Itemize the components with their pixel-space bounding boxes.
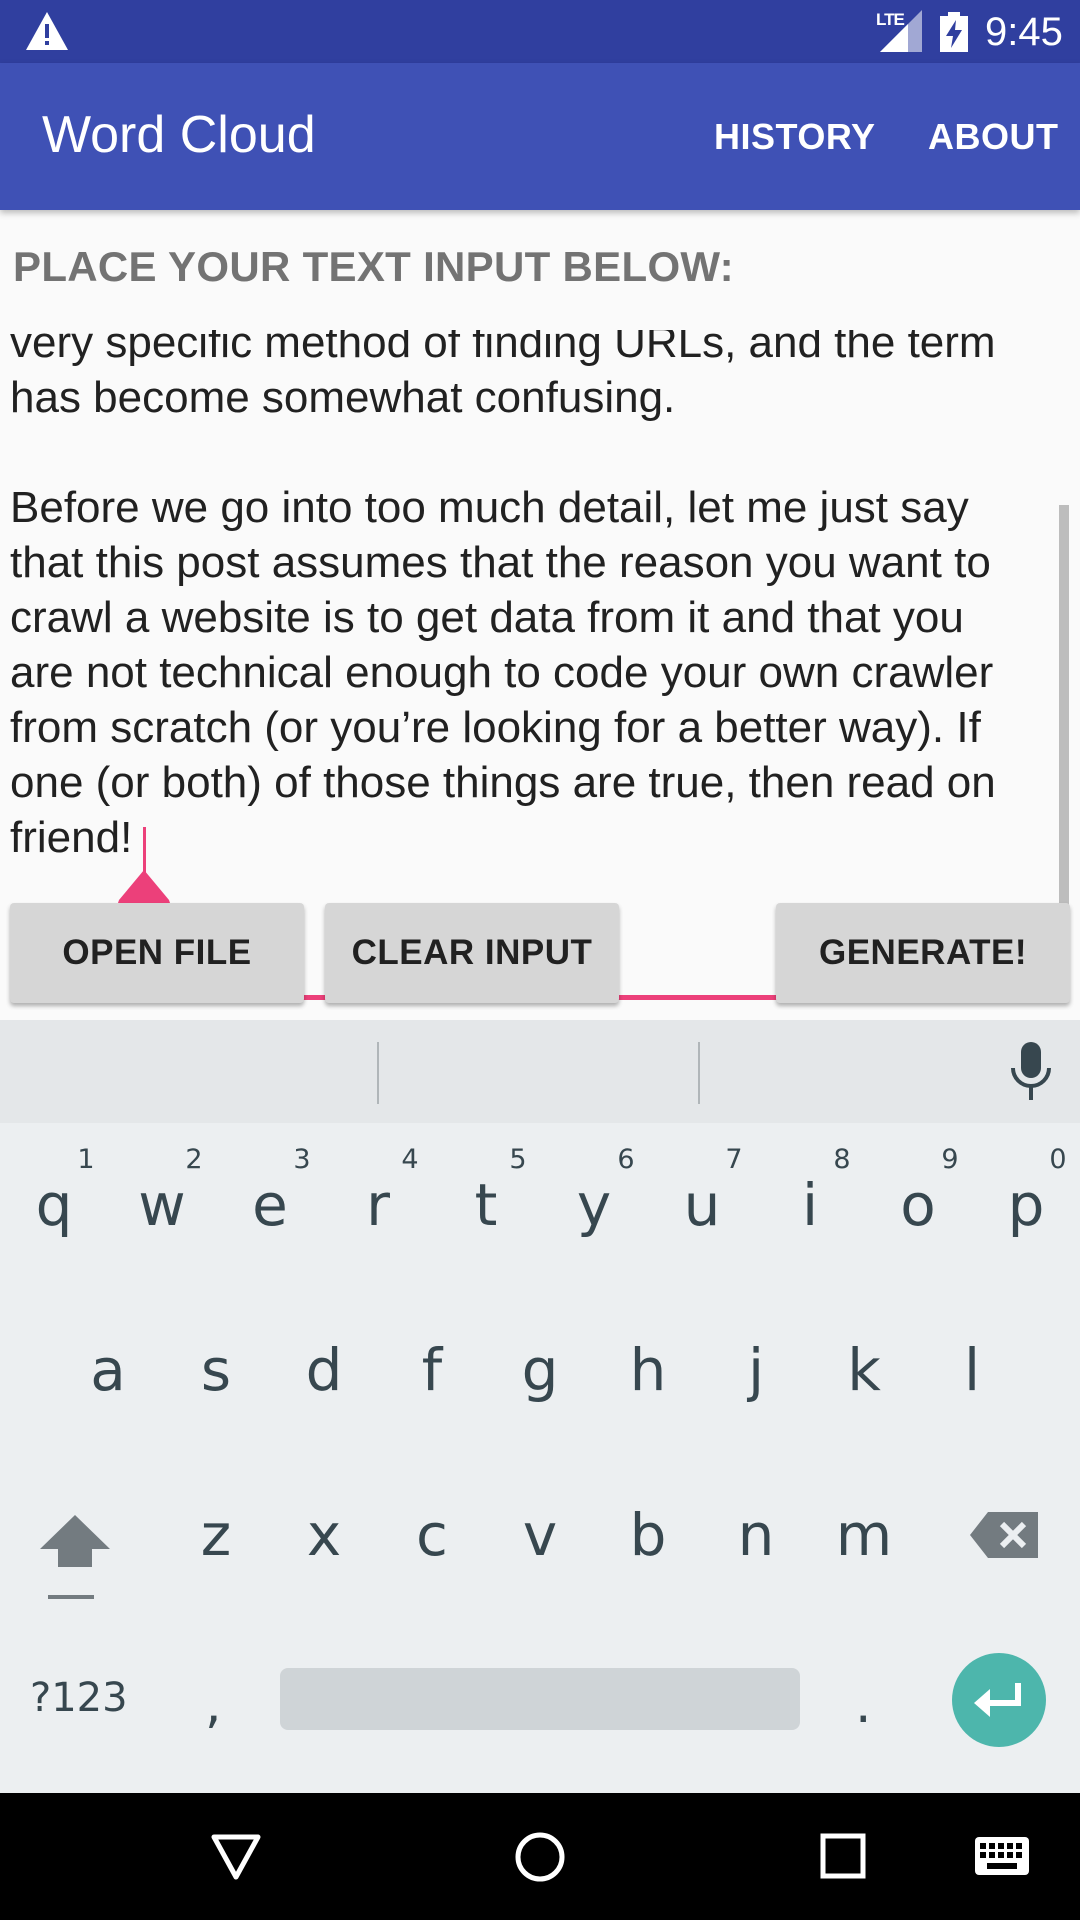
key-d[interactable]: d — [284, 1335, 364, 1405]
clock: 9:45 — [985, 10, 1063, 54]
key-r[interactable]: r — [338, 1170, 418, 1240]
status-bar: LTE 9:45 — [0, 0, 1080, 63]
history-menu-button[interactable]: HISTORY — [714, 113, 876, 161]
keyboard-switch-icon[interactable] — [975, 1837, 1029, 1875]
key-x[interactable]: x — [284, 1500, 364, 1570]
text-input-field[interactable]: very specific method of finding URLs, an… — [0, 330, 1080, 890]
key-b[interactable]: b — [608, 1500, 688, 1570]
key-hint: 8 — [833, 1144, 851, 1175]
suggestion-strip — [0, 1020, 1080, 1123]
key-n[interactable]: n — [716, 1500, 796, 1570]
key-i[interactable]: i — [770, 1170, 850, 1240]
key-w[interactable]: w — [122, 1170, 202, 1240]
key-c[interactable]: c — [392, 1500, 472, 1570]
key-hint: 5 — [509, 1144, 527, 1175]
scrollbar[interactable] — [1059, 505, 1069, 905]
back-icon[interactable] — [210, 1833, 262, 1881]
key-hint: 3 — [293, 1144, 311, 1175]
signal-icon — [880, 10, 922, 52]
open-file-button[interactable]: OPEN FILE — [10, 903, 304, 1003]
key-hint: 4 — [401, 1144, 419, 1175]
key-g[interactable]: g — [500, 1335, 580, 1405]
key-j[interactable]: j — [716, 1335, 796, 1405]
microphone-icon[interactable] — [1010, 1042, 1052, 1100]
text-input-content[interactable]: very specific method of finding URLs, an… — [10, 330, 1080, 865]
period-key[interactable]: . — [855, 1675, 872, 1735]
recents-icon[interactable] — [820, 1833, 866, 1879]
enter-icon — [974, 1683, 1021, 1717]
suggestion-divider — [698, 1042, 700, 1104]
key-h[interactable]: h — [608, 1335, 688, 1405]
warning-icon — [26, 12, 68, 50]
key-l[interactable]: l — [932, 1335, 1012, 1405]
navigation-bar — [0, 1793, 1080, 1920]
space-bar[interactable] — [280, 1668, 800, 1730]
clear-input-button[interactable]: CLEAR INPUT — [325, 903, 619, 1003]
key-f[interactable]: f — [392, 1335, 472, 1405]
key-k[interactable]: k — [824, 1335, 904, 1405]
key-hint: 1 — [77, 1144, 95, 1175]
key-t[interactable]: t — [446, 1170, 526, 1240]
app-title: Word Cloud — [42, 106, 316, 164]
enter-key[interactable] — [952, 1653, 1046, 1747]
key-hint: 7 — [725, 1144, 743, 1175]
suggestion-divider — [377, 1042, 379, 1104]
key-hint: 2 — [185, 1144, 203, 1175]
about-menu-button[interactable]: ABOUT — [928, 113, 1059, 161]
battery-charging-icon — [940, 12, 968, 52]
key-v[interactable]: v — [500, 1500, 580, 1570]
shift-icon[interactable] — [40, 1507, 110, 1607]
generate-button[interactable]: GENERATE! — [776, 903, 1070, 1003]
key-y[interactable]: y — [554, 1170, 634, 1240]
key-u[interactable]: u — [662, 1170, 742, 1240]
comma-key[interactable]: , — [205, 1675, 222, 1735]
symbols-key[interactable]: ?123 — [30, 1675, 128, 1721]
soft-keyboard: q w e r t y u i o p 1 2 3 4 5 6 7 8 9 0 … — [0, 1020, 1080, 1793]
key-o[interactable]: o — [878, 1170, 958, 1240]
input-heading: PLACE YOUR TEXT INPUT BELOW: — [13, 243, 734, 290]
key-hint: 6 — [617, 1144, 635, 1175]
key-z[interactable]: z — [176, 1500, 256, 1570]
key-p[interactable]: p — [986, 1170, 1066, 1240]
key-hint: 0 — [1049, 1144, 1067, 1175]
key-hint: 9 — [941, 1144, 959, 1175]
key-m[interactable]: m — [824, 1500, 904, 1570]
app-bar: Word Cloud HISTORY ABOUT — [0, 63, 1080, 210]
home-icon[interactable] — [514, 1831, 566, 1883]
key-e[interactable]: e — [230, 1170, 310, 1240]
backspace-icon[interactable] — [970, 1510, 1040, 1560]
key-s[interactable]: s — [176, 1335, 256, 1405]
key-a[interactable]: a — [68, 1335, 148, 1405]
key-q[interactable]: q — [14, 1170, 94, 1240]
